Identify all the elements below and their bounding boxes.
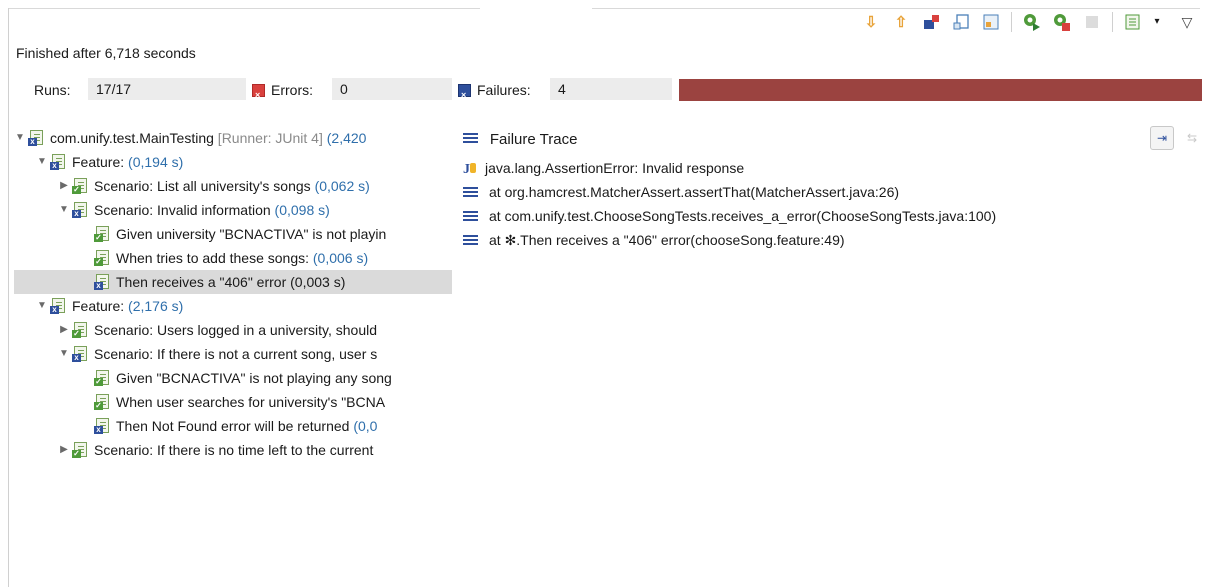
stack-trace-icon	[463, 133, 478, 144]
tree-row-scenario-list-songs[interactable]: ▶ ✓ Scenario: List all university's songs …	[14, 174, 452, 198]
test-failed-icon: x	[50, 298, 68, 314]
tree-row-then-406[interactable]: x Then receives a "406" error (0,003 s)	[14, 270, 452, 294]
previous-failure-icon[interactable]: ⇧	[891, 12, 911, 32]
test-run-history-icon[interactable]	[1123, 12, 1143, 32]
tree-row-label: Feature: (0,194 s)	[72, 154, 184, 170]
tree-row-label: Scenario: Users logged in a university, …	[94, 322, 378, 338]
filter-stack-trace-icon[interactable]: ⇥	[1150, 126, 1174, 150]
runs-label: Runs:	[34, 82, 71, 98]
tree-row-scenario-no-time-left[interactable]: ▶ ✓ Scenario: If there is no time left to …	[14, 438, 452, 462]
test-passed-icon: ✓	[94, 226, 112, 242]
test-failed-icon: x	[94, 418, 112, 434]
test-failed-icon: x	[72, 202, 90, 218]
tree-row-label: Scenario: If there is not a current song…	[94, 346, 378, 362]
tree-row-label: Given "BCNACTIVA" is not playing any son…	[116, 370, 392, 386]
runs-value: 17/17	[88, 78, 246, 100]
collapse-arrow-icon[interactable]: ▼	[36, 150, 48, 174]
run-status-text: Finished after 6,718 seconds	[16, 45, 196, 61]
failure-trace-header: Failure Trace	[463, 128, 577, 150]
stop-run-icon[interactable]	[1082, 12, 1102, 32]
tree-row-label: When tries to add these songs: (0,006 s)	[116, 250, 369, 266]
collapse-arrow-icon[interactable]: ▼	[36, 294, 48, 318]
stack-frame-icon	[463, 235, 478, 246]
compare-results-icon[interactable]: ⇆	[1180, 126, 1204, 150]
tree-row-label: Feature: (2,176 s)	[72, 298, 184, 314]
tree-row-feature-2[interactable]: ▼ x Feature: (2,176 s)	[14, 294, 452, 318]
test-failed-icon: x	[94, 274, 112, 290]
stack-frame-icon	[463, 211, 478, 222]
tree-row-given-not-playing[interactable]: ✓ Given "BCNACTIVA" is not playing any so…	[14, 366, 452, 390]
scroll-lock-icon[interactable]	[951, 12, 971, 32]
counters-row: Runs: 17/17 × Errors: 0 × Failures: 4	[16, 78, 1202, 102]
rerun-test-icon[interactable]	[1022, 12, 1042, 32]
failures-label: × Failures:	[458, 78, 531, 102]
tree-row-scenario-invalid-info[interactable]: ▼ x Scenario: Invalid information (0,098 s…	[14, 198, 452, 222]
history-dropdown-icon[interactable]: ▾	[1147, 12, 1167, 32]
rerun-failures-first-icon[interactable]	[1052, 12, 1072, 32]
progress-bar-fill	[679, 79, 1202, 101]
progress-bar	[679, 79, 1202, 101]
test-passed-icon: ✓	[72, 322, 90, 338]
test-failed-icon: x	[28, 130, 46, 146]
tree-row-label: com.unify.test.MainTesting [Runner: JUni…	[50, 130, 367, 146]
trace-toolbar: ⇥ ⇆	[1150, 126, 1204, 150]
tree-row-label: Scenario: Invalid information (0,098 s)	[94, 202, 330, 218]
test-failed-icon: x	[50, 154, 68, 170]
stack-frame-icon	[463, 187, 478, 198]
view-menu-icon[interactable]: ▽	[1177, 12, 1197, 32]
expand-arrow-icon[interactable]: ▶	[58, 174, 70, 198]
failures-value: 4	[550, 78, 672, 100]
tree-row-label: Then receives a "406" error (0,003 s)	[116, 274, 346, 290]
errors-value: 0	[332, 78, 452, 100]
test-passed-icon: ✓	[94, 370, 112, 386]
expand-arrow-icon[interactable]: ▶	[58, 318, 70, 342]
failure-icon: ×	[458, 83, 471, 100]
tree-row-when-add-songs[interactable]: ✓ When tries to add these songs: (0,006 s…	[14, 246, 452, 270]
trace-line-text: java.lang.AssertionError: Invalid respon…	[485, 160, 745, 176]
junit-toolbar: ⇩ ⇧ ▾ ▽	[861, 12, 1197, 32]
junit-failure-icon: J	[463, 158, 479, 177]
test-passed-icon: ✓	[72, 442, 90, 458]
trace-line-text: at org.hamcrest.MatcherAssert.assertThat…	[489, 184, 900, 200]
error-icon: ×	[252, 83, 265, 100]
tree-row-scenario-users-logged[interactable]: ▶ ✓ Scenario: Users logged in a university…	[14, 318, 452, 342]
next-failure-icon[interactable]: ⇩	[861, 12, 881, 32]
test-passed-icon: ✓	[94, 394, 112, 410]
collapse-arrow-icon[interactable]: ▼	[58, 342, 70, 366]
toolbar-separator	[1112, 12, 1113, 32]
expand-arrow-icon[interactable]: ▶	[58, 438, 70, 462]
tree-row-label: Then Not Found error will be returned (0…	[116, 418, 378, 434]
collapse-arrow-icon[interactable]: ▼	[58, 198, 70, 222]
test-passed-icon: ✓	[72, 178, 90, 194]
tree-row-feature-1[interactable]: ▼ x Feature: (0,194 s)	[14, 150, 452, 174]
collapse-arrow-icon[interactable]: ▼	[14, 126, 26, 150]
tree-row-label: Scenario: If there is no time left to th…	[94, 442, 374, 458]
show-skipped-icon[interactable]	[981, 12, 1001, 32]
trace-line-text: at ✻.Then receives a "406" error(chooseS…	[489, 232, 845, 248]
test-failed-icon: x	[72, 346, 90, 362]
tree-row-label: Scenario: List all university's songs (0…	[94, 178, 370, 194]
tree-row-when-user-searches[interactable]: ✓ When user searches for university's "BC…	[14, 390, 452, 414]
trace-line-text: at com.unify.test.ChooseSongTests.receiv…	[489, 208, 997, 224]
tree-row-label: When user searches for university's "BCN…	[116, 394, 386, 410]
tree-row-then-not-found[interactable]: x Then Not Found error will be returned (…	[14, 414, 452, 438]
test-passed-icon: ✓	[94, 250, 112, 266]
errors-label: × Errors:	[252, 78, 313, 102]
tree-row-scenario-no-current-song[interactable]: ▼ x Scenario: If there is not a current so…	[14, 342, 452, 366]
failure-trace-title: Failure Trace	[489, 131, 578, 148]
toolbar-separator	[1011, 12, 1012, 32]
test-tree: ▼ x com.unify.test.MainTesting [Runner: JU…	[14, 126, 452, 466]
tree-row-label: Given university "BCNACTIVA" is not play…	[116, 226, 387, 242]
show-failures-only-icon[interactable]	[921, 12, 941, 32]
tree-row-given-university[interactable]: ✓ Given university "BCNACTIVA" is not pla…	[14, 222, 452, 246]
tree-row-main-testing[interactable]: ▼ x com.unify.test.MainTesting [Runner: JU…	[14, 126, 452, 150]
